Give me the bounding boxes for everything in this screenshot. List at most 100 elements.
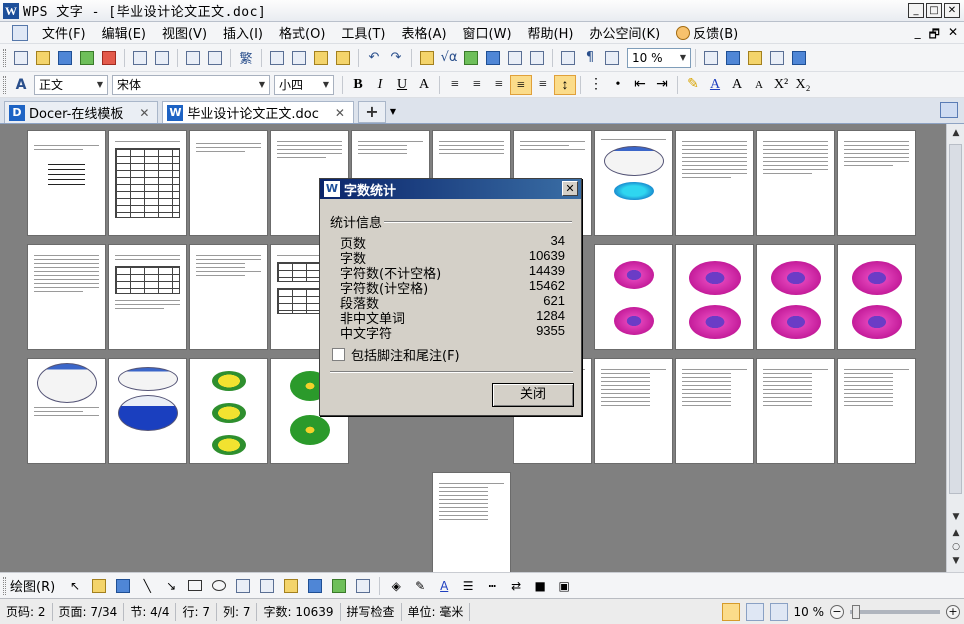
tab-close-button[interactable]: ✕	[335, 106, 345, 120]
status-unit[interactable]: 单位: 毫米	[402, 602, 471, 621]
menu-table[interactable]: 表格(A)	[394, 23, 455, 42]
zoom-out-button[interactable]: −	[830, 605, 844, 619]
minimize-button[interactable]: _	[908, 3, 924, 18]
style-select[interactable]: 正文 ▼	[34, 74, 108, 95]
tab-docer-templates[interactable]: D Docer-在线模板 ✕	[4, 101, 159, 123]
line-style-icon[interactable]: ☰	[459, 577, 477, 595]
superscript-button[interactable]: X²	[770, 75, 792, 95]
include-footnotes-checkbox[interactable]	[332, 348, 345, 361]
textbox-tool-icon[interactable]	[234, 577, 252, 595]
format-painter-button[interactable]	[332, 48, 354, 68]
draw-menu-button[interactable]: 绘图(R)	[10, 576, 55, 595]
maximize-button[interactable]: □	[926, 3, 942, 18]
menu-feedback[interactable]: 反馈(B)	[668, 23, 746, 42]
menu-window[interactable]: 窗口(W)	[455, 23, 520, 42]
document-page-thumbnail[interactable]	[837, 358, 916, 464]
arrow-tool-icon[interactable]: ↘	[162, 577, 180, 595]
underline-button[interactable]: U	[391, 75, 413, 95]
status-word-count[interactable]: 字数: 10639	[257, 602, 341, 621]
shrink-font-button[interactable]: A	[748, 75, 770, 95]
document-page-thumbnail[interactable]	[756, 244, 835, 350]
grow-font-button[interactable]: A	[726, 75, 748, 95]
document-page-thumbnail[interactable]	[675, 358, 754, 464]
document-page-thumbnail[interactable]	[675, 244, 754, 350]
doc-map-button[interactable]	[557, 48, 579, 68]
new-doc-button[interactable]	[10, 48, 32, 68]
document-page-thumbnail[interactable]	[756, 130, 835, 236]
font-color-button[interactable]: A	[704, 75, 726, 95]
document-page-thumbnail[interactable]	[108, 130, 187, 236]
document-page-thumbnail[interactable]	[594, 244, 673, 350]
font-select[interactable]: 宋体 ▼	[112, 74, 270, 95]
bullets-button[interactable]: •	[607, 75, 629, 95]
scroll-down-icon[interactable]: ▼	[948, 510, 964, 524]
page-view-icon[interactable]	[721, 603, 740, 621]
insert-button[interactable]	[182, 48, 204, 68]
toolbar-grip[interactable]	[3, 576, 6, 595]
document-page-thumbnail[interactable]	[837, 244, 916, 350]
decrease-indent-button[interactable]: ⇤	[629, 75, 651, 95]
research-button[interactable]	[700, 48, 722, 68]
zoom-in-button[interactable]: +	[946, 605, 960, 619]
line-color-icon[interactable]: ✎	[411, 577, 429, 595]
diagram-icon[interactable]	[354, 577, 372, 595]
menu-file[interactable]: 文件(F)	[34, 23, 94, 42]
zoom-select[interactable]: 10 % ▼	[627, 47, 691, 68]
document-page-thumbnail[interactable]	[675, 130, 754, 236]
table-button[interactable]	[416, 48, 438, 68]
menu-help[interactable]: 帮助(H)	[520, 23, 582, 42]
insert-table-button[interactable]	[482, 48, 504, 68]
show-marks-button[interactable]: ¶	[579, 48, 601, 68]
justify-button[interactable]: ≡	[510, 74, 532, 95]
cut-button[interactable]	[288, 48, 310, 68]
dialog-close-icon[interactable]: ✕	[562, 181, 578, 196]
font-color-icon[interactable]: A	[435, 577, 453, 595]
menu-insert[interactable]: 插入(I)	[215, 23, 271, 42]
document-page-thumbnail[interactable]	[189, 358, 268, 464]
picture-icon[interactable]	[330, 577, 348, 595]
docer-button[interactable]	[722, 48, 744, 68]
bold-button[interactable]: B	[347, 75, 369, 95]
vertical-scrollbar[interactable]: ▲ ▼ ▲ ○ ▼	[946, 124, 964, 572]
menu-format[interactable]: 格式(O)	[271, 23, 333, 42]
document-page-thumbnail[interactable]	[108, 244, 187, 350]
increase-indent-button[interactable]: ⇥	[651, 75, 673, 95]
vertical-textbox-icon[interactable]	[258, 577, 276, 595]
browse-object-icon[interactable]: ○	[948, 540, 964, 554]
previous-page-icon[interactable]: ▲	[948, 526, 964, 540]
doc-close-button[interactable]: ✕	[948, 25, 958, 46]
numbering-button[interactable]: ⋮	[585, 75, 607, 95]
document-page-thumbnail[interactable]	[594, 358, 673, 464]
save-button[interactable]	[54, 48, 76, 68]
traditional-chinese-button[interactable]: 繁	[235, 48, 257, 68]
clipart-icon[interactable]	[282, 577, 300, 595]
document-page-thumbnail[interactable]	[594, 130, 673, 236]
task-pane-toggle-icon[interactable]	[940, 102, 958, 118]
page-break-button[interactable]	[204, 48, 226, 68]
status-spell-check[interactable]: 拼写检查	[341, 602, 402, 621]
select-objects-icon[interactable]	[90, 577, 108, 595]
document-page-thumbnail[interactable]	[432, 472, 511, 572]
italic-button[interactable]: I	[369, 75, 391, 95]
next-page-icon[interactable]: ▼	[948, 554, 964, 568]
styles-pane-button[interactable]: A	[10, 75, 32, 95]
document-page-thumbnail[interactable]	[756, 358, 835, 464]
document-page-thumbnail[interactable]	[108, 358, 187, 464]
doc-minimize-button[interactable]: _	[915, 25, 921, 46]
menu-office-space[interactable]: 办公空间(K)	[581, 23, 668, 42]
arrow-style-icon[interactable]: ⇄	[507, 577, 525, 595]
document-menu-icon[interactable]	[12, 24, 28, 41]
doc-restore-button[interactable]: 🗗	[929, 25, 940, 46]
line-tool-icon[interactable]: ╲	[138, 577, 156, 595]
distributed-button[interactable]: ≡	[532, 75, 554, 95]
export-button[interactable]	[76, 48, 98, 68]
autoshapes-icon[interactable]	[114, 577, 132, 595]
dialog-title-bar[interactable]: W 字数统计 ✕	[320, 179, 581, 199]
zoom-slider-handle[interactable]	[852, 605, 860, 619]
font-size-select[interactable]: 小四 ▼	[274, 74, 334, 95]
menu-tools[interactable]: 工具(T)	[333, 23, 393, 42]
undo-button[interactable]: ↶	[363, 48, 385, 68]
menu-edit[interactable]: 编辑(E)	[94, 23, 154, 42]
document-page-thumbnail[interactable]	[27, 358, 106, 464]
dash-style-icon[interactable]: ┅	[483, 577, 501, 595]
